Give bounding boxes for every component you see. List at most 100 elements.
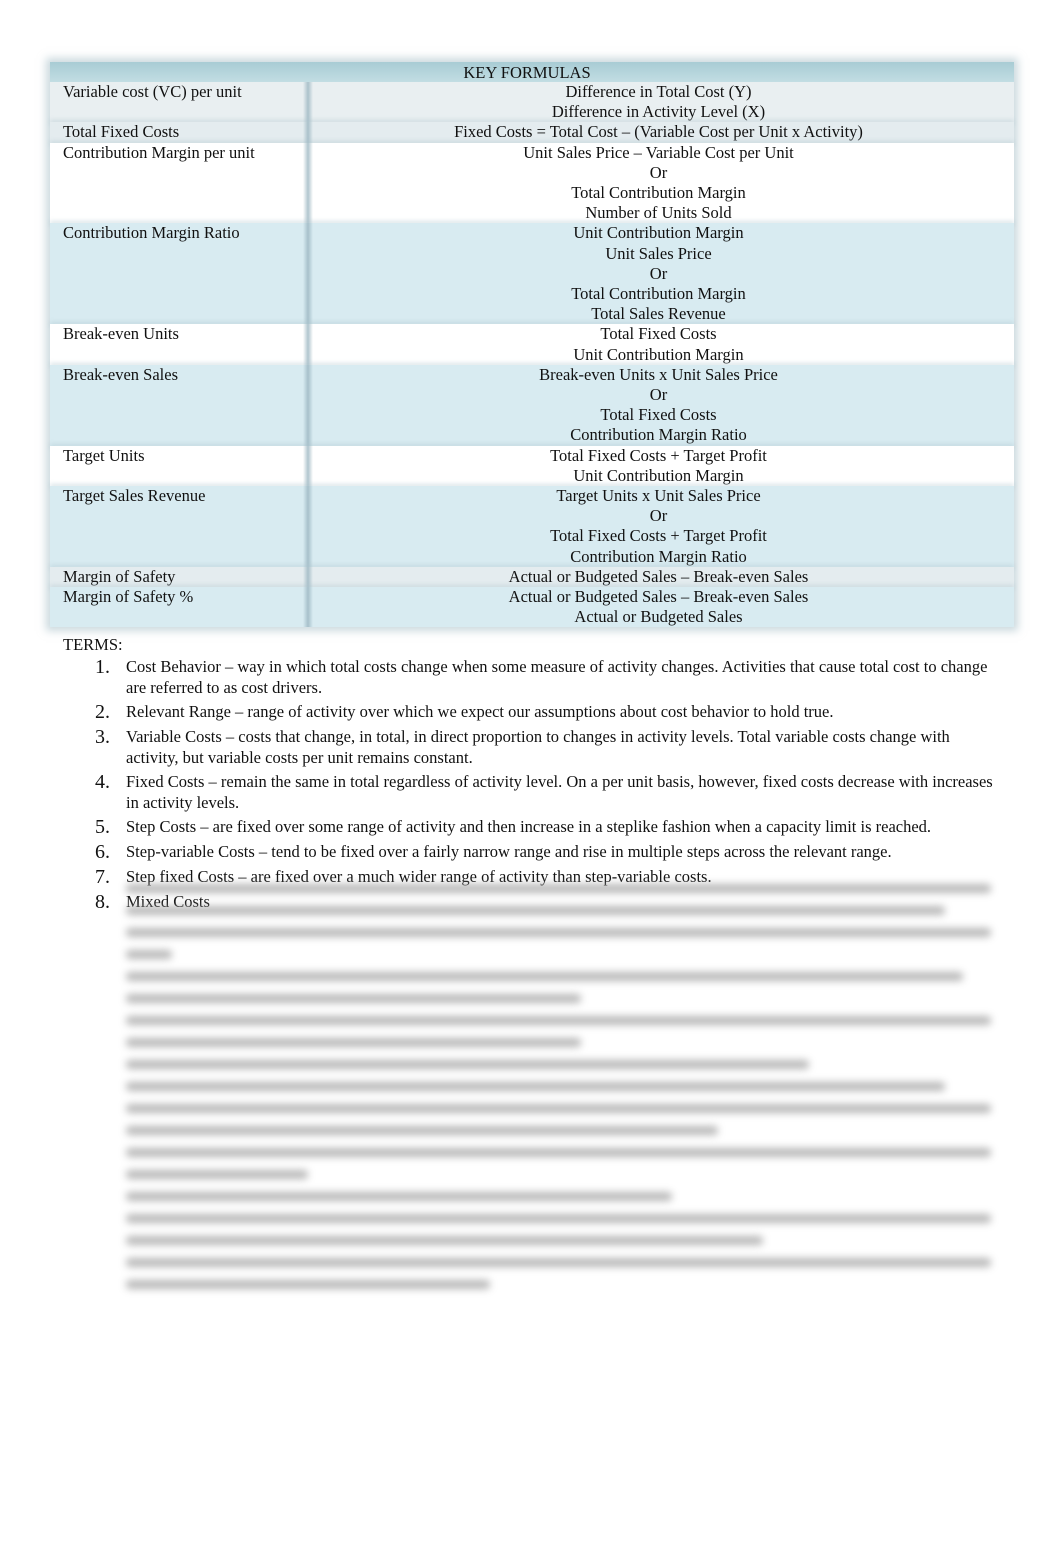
term-item: 4. Fixed Costs – remain the same in total…: [95, 771, 995, 813]
formula-label: Target Units: [63, 445, 145, 465]
formula-label: Break-even Units: [63, 324, 179, 344]
formula-label: Contribution Margin per unit: [63, 142, 255, 162]
key-formulas-table: KEY FORMULAS Variable cost (VC) per unit…: [50, 62, 1014, 628]
blurred-text-line: [126, 1038, 581, 1047]
column-divider: [303, 223, 313, 325]
column-divider: [303, 445, 313, 487]
formula-or: Or: [649, 162, 668, 182]
term-name: Step-variable Costs: [126, 842, 255, 861]
term-number: 2.: [95, 701, 110, 723]
formula-line: Unit Contribution Margin: [573, 344, 744, 364]
blurred-text-line: [126, 884, 991, 893]
formula-expression: Difference in Total Cost (Y) Difference i…: [313, 82, 1014, 122]
formula-line: Actual or Budgeted Sales: [574, 607, 743, 627]
blurred-text-line: [126, 1016, 991, 1025]
formula-label: Variable cost (VC) per unit: [63, 82, 242, 101]
formula-row: Break-even Units Total Fixed Costs Unit Co…: [50, 324, 1014, 365]
term-text: Variable Costs – costs that change, in t…: [126, 726, 995, 768]
terms-list: 1. Cost Behavior – way in which total cos…: [95, 656, 995, 916]
term-name: Variable Costs: [126, 727, 222, 746]
formula-row: Variable cost (VC) per unit Difference in…: [50, 82, 1014, 123]
term-item: 3. Variable Costs – costs that change, in…: [95, 726, 995, 768]
term-definition: – way in which total costs change when s…: [126, 657, 988, 697]
term-definition: – are fixed over some range of activity …: [200, 817, 932, 836]
formula-line: Target Units x Unit Sales Price: [556, 486, 761, 506]
formula-line: Unit Contribution Margin: [573, 223, 744, 243]
formula-label: Margin of Safety: [63, 566, 176, 586]
blurred-text-line: [126, 1148, 991, 1157]
blurred-text-line: [126, 928, 991, 937]
term-number: 6.: [95, 841, 110, 863]
formula-line: Unit Sales Price: [605, 243, 712, 263]
formula-row: Break-even Sales Break-even Units x Unit …: [50, 364, 1014, 446]
column-divider: [303, 122, 313, 143]
formula-rows: Variable cost (VC) per unit Difference in…: [50, 82, 1014, 628]
term-number: 3.: [95, 726, 110, 748]
formula-expression: Total Fixed Costs + Target Profit Unit Co…: [313, 446, 1014, 486]
blurred-text-line: [126, 906, 945, 915]
term-text: Step-variable Costs – tend to be fixed o…: [126, 841, 995, 863]
formula-line: Total Contribution Margin: [571, 183, 746, 203]
blurred-text-line: [126, 994, 581, 1003]
formula-row: Margin of Safety Actual or Budgeted Sales…: [50, 566, 1014, 588]
term-text: Fixed Costs – remain the same in total r…: [126, 771, 995, 813]
formula-line: Total Fixed Costs + Target Profit: [550, 526, 767, 546]
formula-or: Or: [649, 506, 668, 526]
column-divider: [303, 82, 313, 123]
formula-label: Target Sales Revenue: [63, 486, 206, 506]
blurred-text-line: [126, 950, 172, 959]
blurred-text-line: [126, 1258, 991, 1267]
term-name: Relevant Range: [126, 702, 231, 721]
term-text: Cost Behavior – way in which total costs…: [126, 656, 995, 698]
formula-expression: Actual or Budgeted Sales – Break-even Sa…: [313, 567, 1014, 587]
column-divider: [303, 587, 313, 628]
term-item: 1. Cost Behavior – way in which total cos…: [95, 656, 995, 698]
formula-line: Total Fixed Costs: [600, 405, 717, 425]
blurred-text-line: [126, 1082, 945, 1091]
blurred-text-line: [126, 1192, 672, 1201]
column-divider: [303, 142, 313, 224]
formula-or: Or: [649, 263, 668, 283]
formula-row: Margin of Safety % Actual or Budgeted Sal…: [50, 587, 1014, 628]
formula-line: Unit Sales Price – Variable Cost per Uni…: [523, 142, 794, 162]
key-formulas-title: KEY FORMULAS: [463, 63, 591, 82]
column-divider: [303, 364, 313, 446]
formula-row: Target Units Total Fixed Costs + Target P…: [50, 445, 1014, 487]
blurred-text-line: [126, 972, 964, 981]
column-divider: [303, 566, 313, 588]
formula-expression: Break-even Units x Unit Sales Price Or Tot…: [313, 365, 1014, 446]
formula-line: Total Contribution Margin: [571, 284, 746, 304]
blurred-text-line: [126, 1170, 308, 1179]
term-number: 4.: [95, 771, 110, 793]
term-name: Step Costs: [126, 817, 197, 836]
formula-line: Total Sales Revenue: [591, 304, 726, 324]
formula-label: Total Fixed Costs: [63, 122, 180, 142]
term-text: Relevant Range – range of activity over …: [126, 701, 995, 723]
formula-expression: Unit Sales Price – Variable Cost per Uni…: [313, 143, 1014, 224]
formula-line: Total Fixed Costs + Target Profit: [550, 445, 767, 465]
formula-expression: Unit Contribution Margin Unit Sales Price…: [313, 223, 1014, 324]
blurred-text-line: [126, 1126, 718, 1135]
formula-line: Actual or Budgeted Sales – Break-even Sa…: [508, 587, 809, 607]
formula-label: Contribution Margin Ratio: [63, 223, 240, 243]
formula-line: Fixed Costs = Total Cost – (Variable Cos…: [454, 122, 863, 142]
blurred-text-line: [126, 1280, 490, 1289]
formula-or: Or: [649, 385, 668, 405]
formula-row: Total Fixed Costs Fixed Costs = Total Cos…: [50, 122, 1014, 143]
term-definition: – costs that change, in total, in direct…: [126, 727, 950, 767]
formula-line: Actual or Budgeted Sales – Break-even Sa…: [508, 566, 809, 586]
formula-line: Difference in Activity Level (X): [551, 102, 766, 122]
key-formulas-title-row: KEY FORMULAS: [50, 62, 1014, 82]
term-item: 5. Step Costs – are fixed over some range…: [95, 816, 995, 838]
formula-line: Total Fixed Costs: [600, 324, 717, 344]
formula-row: Contribution Margin per unit Unit Sales P…: [50, 142, 1014, 224]
formula-expression: Fixed Costs = Total Cost – (Variable Cos…: [313, 122, 1014, 142]
term-name: Cost Behavior: [126, 657, 221, 676]
formula-line: Number of Units Sold: [585, 203, 732, 223]
formula-label: Margin of Safety %: [63, 587, 194, 607]
term-item: 6. Step-variable Costs – tend to be fixed…: [95, 841, 995, 863]
terms-heading: TERMS:: [63, 635, 123, 654]
formula-line: Contribution Margin Ratio: [570, 425, 747, 445]
column-divider: [303, 324, 313, 365]
blurred-text-line: [126, 1214, 991, 1223]
